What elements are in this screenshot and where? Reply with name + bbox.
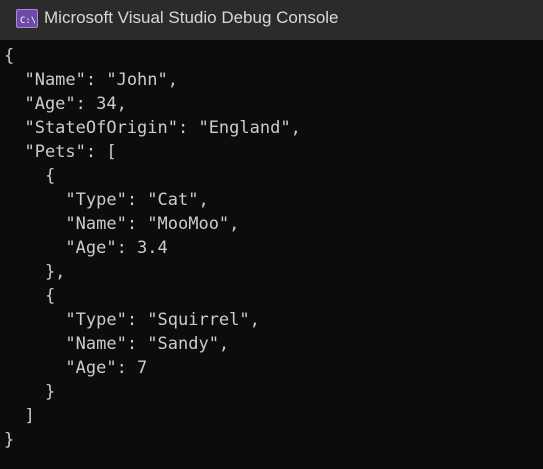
console-line: "Name": "Sandy",: [4, 334, 230, 354]
console-output: { "Name": "John", "Age": 34, "StateOfOri…: [4, 44, 301, 452]
console-line: ]: [4, 406, 35, 426]
console-output-area[interactable]: { "Name": "John", "Age": 34, "StateOfOri…: [0, 40, 543, 469]
console-line: "Name": "John",: [4, 70, 178, 90]
console-glyph: C:\: [20, 16, 35, 25]
console-line: "Pets": [: [4, 142, 117, 162]
visual-studio-console-icon: C:\: [16, 9, 38, 28]
console-line: "Type": "Cat",: [4, 190, 209, 210]
console-line: "Age": 3.4: [4, 238, 168, 258]
console-line: },: [4, 262, 66, 282]
window-title: Microsoft Visual Studio Debug Console: [44, 8, 339, 27]
debug-console-window: C:\ Microsoft Visual Studio Debug Consol…: [0, 0, 543, 469]
console-line: "Type": "Squirrel",: [4, 310, 260, 330]
console-line: {: [4, 286, 56, 306]
console-line: "Age": 7: [4, 358, 148, 378]
console-line: "Name": "MooMoo",: [4, 214, 240, 234]
console-line: "StateOfOrigin": "England",: [4, 118, 301, 138]
console-line: {: [4, 46, 15, 66]
console-line: {: [4, 166, 56, 186]
console-line: "Age": 34,: [4, 94, 127, 114]
console-line: }: [4, 382, 56, 402]
title-bar[interactable]: C:\ Microsoft Visual Studio Debug Consol…: [0, 0, 543, 40]
console-line: }: [4, 430, 15, 450]
